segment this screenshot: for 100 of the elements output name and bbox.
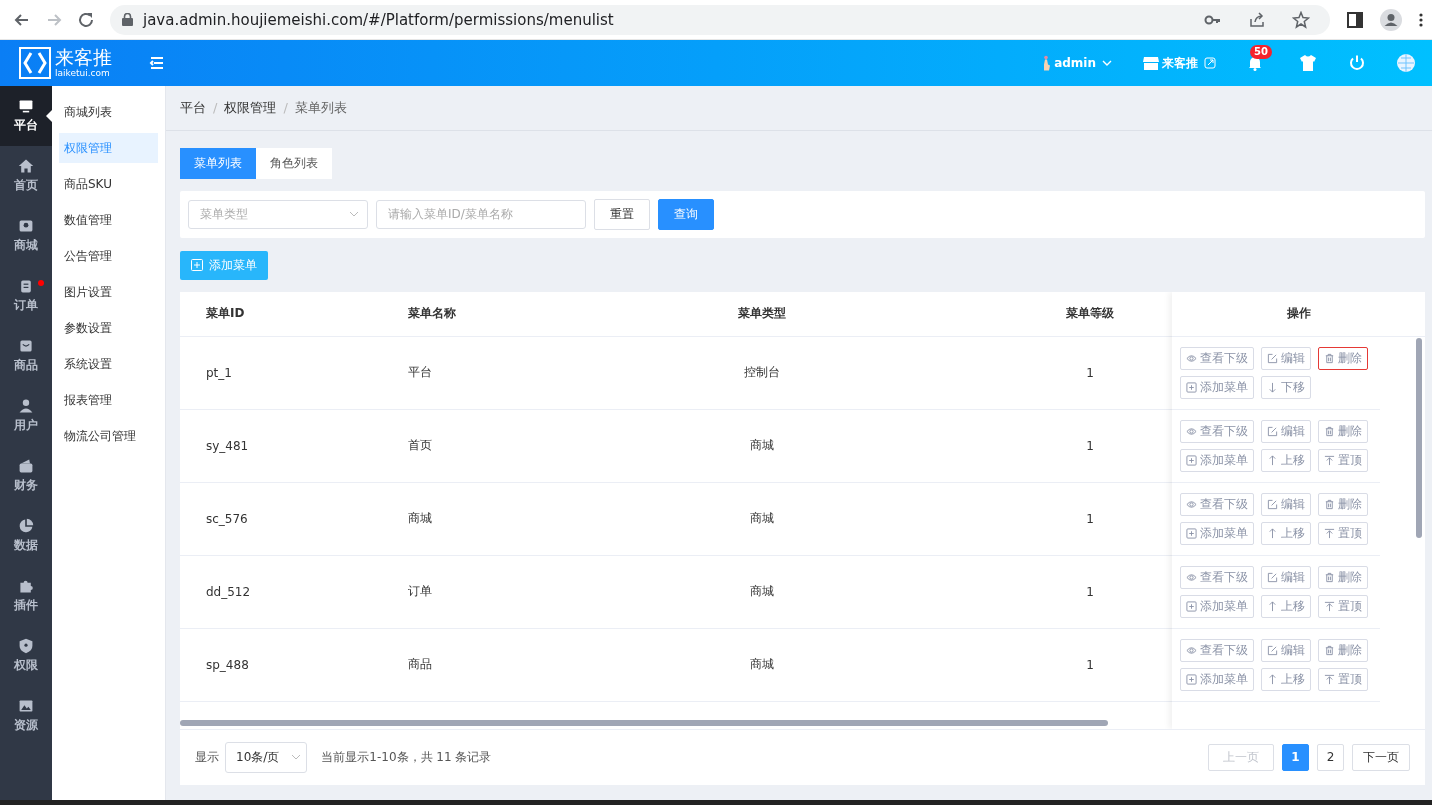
down-button[interactable]: 下移	[1261, 375, 1311, 399]
menu-type-select[interactable]: 菜单类型	[188, 199, 368, 229]
table-cell: sp_488	[206, 657, 249, 672]
submenu-item[interactable]: 公告管理	[59, 241, 158, 271]
sidebar-item[interactable]: 平台	[0, 86, 52, 146]
delete-button[interactable]: 删除	[1318, 638, 1368, 662]
rail-icon	[18, 578, 34, 594]
top-icon	[1324, 600, 1335, 612]
submenu-item[interactable]: 物流公司管理	[59, 421, 158, 451]
side-panel-icon[interactable]	[1346, 10, 1364, 29]
tab[interactable]: 菜单列表	[180, 147, 256, 179]
edit-button[interactable]: 编辑	[1261, 492, 1311, 516]
breadcrumb-item[interactable]: 权限管理	[224, 98, 277, 117]
submenu-item[interactable]: 报表管理	[59, 385, 158, 415]
table-cell: 1	[1086, 511, 1094, 526]
menu-icon[interactable]	[149, 55, 165, 71]
table-row[interactable]: sc_576 商城 商城 1	[180, 482, 1172, 556]
sidebar-item[interactable]: 财务	[0, 446, 52, 506]
caret-icon	[1102, 58, 1112, 68]
user-menu[interactable]: admin	[1054, 56, 1112, 70]
next-page-button[interactable]: 下一页	[1352, 743, 1410, 771]
vertical-scrollbar[interactable]	[1416, 337, 1422, 538]
submenu-item[interactable]: 图片设置	[59, 277, 158, 307]
view-button[interactable]: 查看下级	[1180, 419, 1254, 443]
table-row[interactable]: dd_512 订单 商城 1	[180, 555, 1172, 629]
sidebar-item[interactable]: 商城	[0, 206, 52, 266]
address-bar[interactable]: java.admin.houjiemeishi.com/#/Platform/permissions/menulist	[110, 4, 1330, 35]
table-row[interactable]: sp_488 商品 商城 1	[180, 628, 1172, 702]
rail-icon	[18, 218, 34, 234]
share-icon[interactable]	[1248, 10, 1266, 29]
page-button[interactable]: 1	[1282, 743, 1309, 771]
top-button[interactable]: 置顶	[1318, 667, 1368, 691]
horizontal-scrollbar[interactable]	[180, 719, 1108, 726]
column-header: 菜单等级	[1066, 305, 1114, 323]
add-button[interactable]: 添加菜单	[1180, 448, 1254, 472]
view-button[interactable]: 查看下级	[1180, 492, 1254, 516]
breadcrumb-item[interactable]: 平台	[180, 98, 206, 117]
delete-icon	[1324, 425, 1335, 437]
add-button[interactable]: 添加菜单	[1180, 667, 1254, 691]
table-cell: 商城	[750, 583, 774, 601]
search-field[interactable]: 请输入菜单ID/菜单名称	[376, 199, 586, 229]
delete-icon	[1324, 571, 1335, 583]
up-button[interactable]: 上移	[1261, 667, 1311, 691]
table-cell: dd_512	[206, 584, 251, 599]
add-button[interactable]: 添加菜单	[1180, 521, 1254, 545]
delete-button[interactable]: 删除	[1318, 492, 1368, 516]
sidebar-item[interactable]: 数据	[0, 506, 52, 566]
logo-text: 来客推	[55, 48, 112, 67]
star-icon[interactable]	[1292, 10, 1310, 29]
add-menu-button[interactable]: 添加菜单	[180, 250, 268, 280]
view-button[interactable]: 查看下级	[1180, 346, 1254, 370]
edit-button[interactable]: 编辑	[1261, 638, 1311, 662]
profile-icon[interactable]	[1380, 8, 1402, 31]
table-cell: 1	[1086, 584, 1094, 599]
view-button[interactable]: 查看下级	[1180, 638, 1254, 662]
page-size-select[interactable]: 10条/页	[225, 741, 308, 773]
edit-button[interactable]: 编辑	[1261, 346, 1311, 370]
edit-button[interactable]: 编辑	[1261, 419, 1311, 443]
submenu-item[interactable]: 商城列表	[59, 97, 158, 127]
sidebar-item[interactable]: 权限	[0, 626, 52, 686]
sidebar-item[interactable]: 首页	[0, 146, 52, 206]
submenu-item[interactable]: 权限管理	[59, 133, 158, 163]
top-button[interactable]: 置顶	[1318, 448, 1368, 472]
submenu-item[interactable]: 参数设置	[59, 313, 158, 343]
add-icon	[1186, 527, 1197, 539]
add-icon	[1186, 673, 1197, 685]
delete-button[interactable]: 删除	[1318, 346, 1368, 370]
add-button[interactable]: 添加菜单	[1180, 375, 1254, 399]
sidebar-item[interactable]: 用户	[0, 386, 52, 446]
delete-icon	[1324, 352, 1335, 364]
reset-button[interactable]: 重置	[594, 198, 650, 230]
submenu-item[interactable]: 数值管理	[59, 205, 158, 235]
table-row[interactable]: pt_1 平台 控制台 1	[180, 336, 1172, 410]
add-button[interactable]: 添加菜单	[1180, 594, 1254, 618]
plus-icon	[191, 259, 203, 272]
delete-icon	[1324, 498, 1335, 510]
edit-button[interactable]: 编辑	[1261, 565, 1311, 589]
top-button[interactable]: 置顶	[1318, 521, 1368, 545]
delete-icon	[1324, 644, 1335, 656]
query-button[interactable]: 查询	[658, 198, 714, 230]
tab[interactable]: 角色列表	[256, 147, 332, 179]
sidebar-item[interactable]: 插件	[0, 566, 52, 626]
up-button[interactable]: 上移	[1261, 448, 1311, 472]
up-button[interactable]: 上移	[1261, 521, 1311, 545]
up-button[interactable]: 上移	[1261, 594, 1311, 618]
submenu-item[interactable]: 商品SKU	[59, 169, 158, 199]
table-row[interactable]: sy_481 首页 商城 1	[180, 409, 1172, 483]
delete-button[interactable]: 删除	[1318, 565, 1368, 589]
page-button[interactable]: 2	[1317, 743, 1344, 771]
sidebar-item[interactable]: 资源	[0, 686, 52, 746]
sidebar-item[interactable]: 商品	[0, 326, 52, 386]
view-button[interactable]: 查看下级	[1180, 565, 1254, 589]
shop-link[interactable]: 来客推	[1162, 54, 1216, 72]
top-button[interactable]: 置顶	[1318, 594, 1368, 618]
up-icon	[1267, 527, 1278, 539]
submenu-item[interactable]: 系统设置	[59, 349, 158, 379]
sidebar-item[interactable]: 订单	[0, 266, 52, 326]
column-header: 菜单ID	[206, 305, 245, 323]
table-cell: 1	[1086, 657, 1094, 672]
delete-button[interactable]: 删除	[1318, 419, 1368, 443]
